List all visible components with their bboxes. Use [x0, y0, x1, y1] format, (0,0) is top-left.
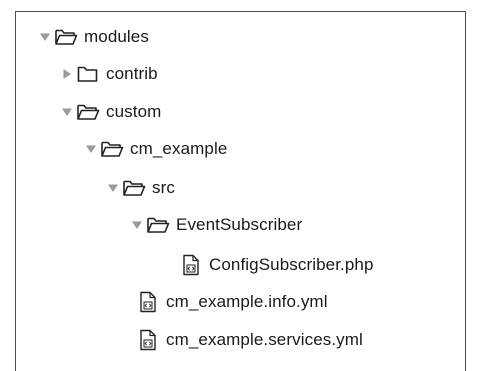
folder-open-icon	[146, 213, 170, 237]
tree-item-contrib[interactable]: contrib	[58, 59, 158, 89]
file-tree: modules contrib custom cm_example src Ev…	[16, 12, 465, 371]
tree-item-label: EventSubscriber	[176, 215, 303, 234]
tree-item-label: src	[152, 178, 175, 197]
tree-item-cm-example[interactable]: cm_example	[82, 134, 227, 164]
tree-item-cm-example-info-yml[interactable]: cm_example.info.yml	[136, 287, 328, 317]
tree-item-configsubscriber-php[interactable]: ConfigSubscriber.php	[179, 250, 374, 280]
tree-item-modules[interactable]: modules	[36, 22, 149, 52]
folder-icon	[76, 62, 100, 86]
tree-item-eventsubscriber[interactable]: EventSubscriber	[128, 210, 302, 240]
disclosure-expanded-icon[interactable]	[36, 28, 54, 46]
code-file-icon	[179, 253, 203, 277]
disclosure-expanded-icon[interactable]	[58, 103, 76, 121]
code-file-icon	[136, 328, 160, 352]
tree-item-label: custom	[106, 102, 162, 121]
folder-open-icon	[76, 100, 100, 124]
tree-item-src[interactable]: src	[104, 173, 175, 203]
tree-item-label: ConfigSubscriber.php	[209, 255, 374, 274]
folder-open-icon	[54, 25, 78, 49]
file-tree-panel: modules contrib custom cm_example src Ev…	[15, 11, 466, 371]
code-file-icon	[136, 290, 160, 314]
tree-item-label: modules	[84, 27, 149, 46]
disclosure-expanded-icon[interactable]	[104, 179, 122, 197]
folder-open-icon	[122, 176, 146, 200]
disclosure-collapsed-icon[interactable]	[58, 65, 76, 83]
tree-item-label: cm_example	[130, 139, 228, 158]
tree-item-label: cm_example.info.yml	[166, 292, 328, 311]
tree-item-cm-example-services-yml[interactable]: cm_example.services.yml	[136, 325, 363, 355]
disclosure-expanded-icon[interactable]	[128, 216, 146, 234]
disclosure-expanded-icon[interactable]	[82, 140, 100, 158]
tree-item-custom[interactable]: custom	[58, 97, 161, 127]
tree-item-label: contrib	[106, 64, 158, 83]
tree-item-label: cm_example.services.yml	[166, 330, 363, 349]
folder-open-icon	[100, 137, 124, 161]
